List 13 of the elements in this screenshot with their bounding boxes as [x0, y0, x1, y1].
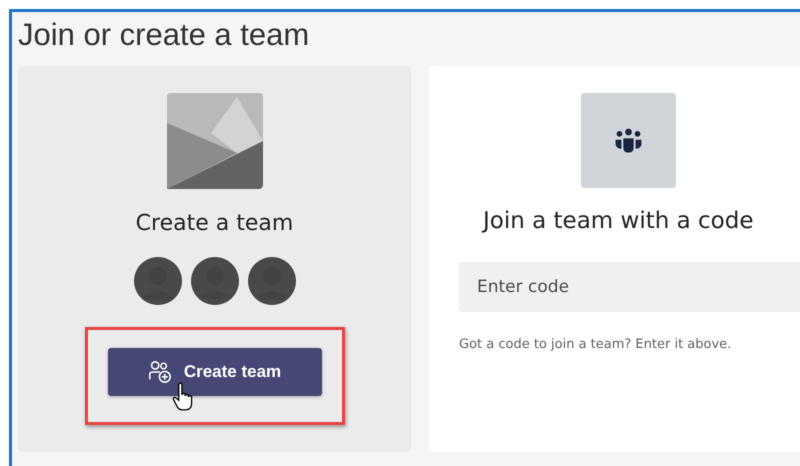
avatar-icon	[134, 257, 182, 305]
hand-cursor-icon	[172, 382, 194, 412]
card-title: Create a team	[136, 211, 294, 236]
card-title: Join a team with a code	[483, 208, 754, 234]
team-picture-icon	[166, 93, 262, 189]
hint-text: Got a code to join a team? Enter it above.	[459, 337, 732, 352]
avatar-icon	[248, 257, 296, 305]
people-icon	[613, 128, 644, 154]
avatar-icon	[190, 257, 238, 305]
window-title: Join or create a team	[18, 16, 310, 54]
code-input-field[interactable]: Enter code	[459, 262, 800, 312]
add-people-icon	[148, 360, 172, 384]
create-team-button[interactable]: Create team	[108, 348, 322, 396]
